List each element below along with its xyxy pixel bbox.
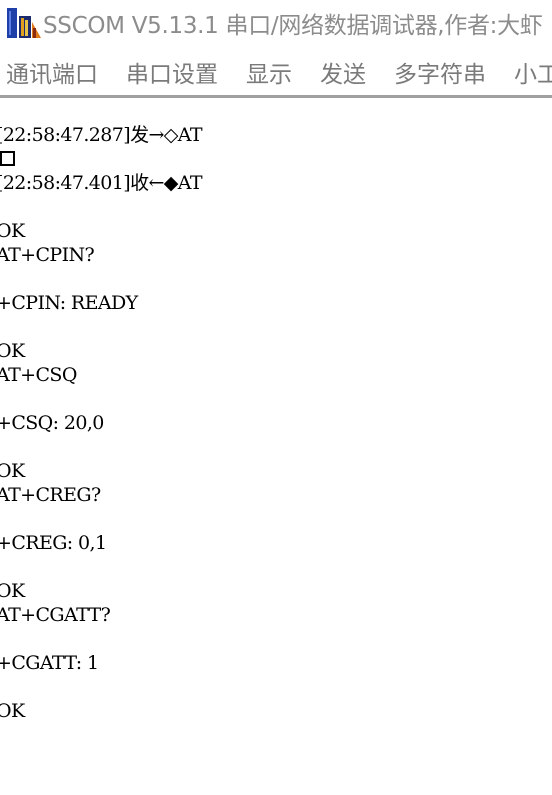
log-line: AT+CREG? [0, 484, 101, 506]
log-line: OK [0, 220, 25, 242]
sscom-window: SSCOM V5.13.1 串口/网络数据调试器,作者:大虾 通讯端口 串口设置… [0, 0, 552, 795]
log-line: AT+CSQ [0, 364, 77, 386]
log-line: OK [0, 580, 25, 602]
log-line: AT+CGATT? [0, 604, 111, 626]
log-line: OK [0, 700, 25, 722]
title-bar[interactable]: SSCOM V5.13.1 串口/网络数据调试器,作者:大虾 [0, 0, 552, 46]
unprintable-char-box-icon [0, 151, 15, 166]
menu-serial-settings[interactable]: 串口设置 [124, 55, 220, 89]
log-line: +CREG: 0,1 [0, 532, 107, 554]
menu-tools[interactable]: 小工具 [512, 55, 552, 89]
receive-log-area[interactable]: [22:58:47.287]发→◇AT [22:58:47.401]收←◆AT … [0, 98, 552, 795]
log-line: OK [0, 460, 25, 482]
log-line [0, 147, 15, 171]
menu-display[interactable]: 显示 [244, 55, 294, 89]
sscom-app-icon [7, 8, 41, 38]
log-line: +CSQ: 20,0 [0, 412, 104, 434]
log-line: [22:58:47.401]收←◆AT [0, 172, 203, 194]
log-line: AT+CPIN? [0, 244, 95, 266]
log-line: +CGATT: 1 [0, 652, 99, 674]
menu-bar: 通讯端口 串口设置 显示 发送 多字符串 小工具 [0, 50, 552, 94]
menu-send[interactable]: 发送 [318, 55, 368, 89]
menu-comm-port[interactable]: 通讯端口 [4, 55, 100, 89]
log-line: [22:58:47.287]发→◇AT [0, 124, 203, 146]
log-line: OK [0, 340, 25, 362]
log-line: +CPIN: READY [0, 292, 138, 314]
window-title: SSCOM V5.13.1 串口/网络数据调试器,作者:大虾 [43, 13, 543, 39]
menu-multi-string[interactable]: 多字符串 [392, 55, 488, 89]
